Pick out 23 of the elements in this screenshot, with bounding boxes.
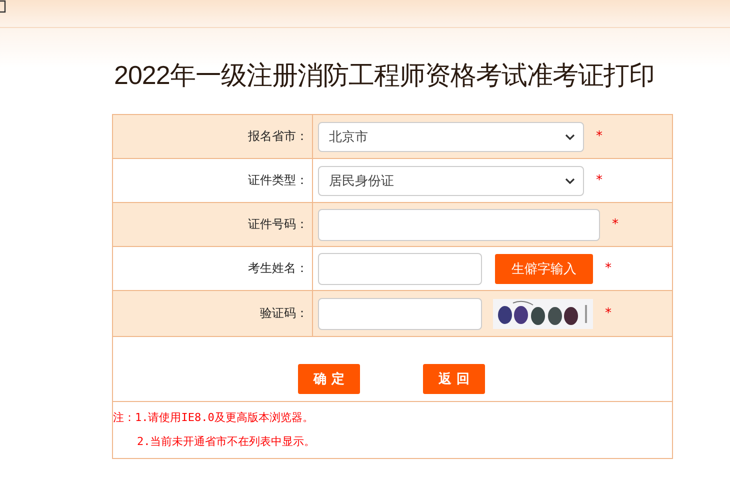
chevron-down-icon (565, 134, 575, 140)
field-label: 考生姓名： (248, 260, 308, 277)
required-asterisk: * (605, 306, 612, 321)
rare-character-button[interactable]: 生僻字输入 (495, 254, 593, 284)
page-icon (0, 0, 6, 14)
chevron-down-icon (565, 178, 575, 184)
note-text: 2.当前未开通省市不在列表中显示。 (136, 434, 316, 450)
required-asterisk: * (596, 173, 602, 188)
field-label: 证件号码： (248, 216, 308, 233)
confirm-button[interactable]: 确 定 (298, 364, 360, 394)
dropdown[interactable]: 居民身份证 (318, 166, 584, 196)
field-label: 证件类型： (248, 172, 308, 189)
input-field[interactable] (318, 298, 482, 330)
back-button[interactable]: 返 回 (423, 364, 485, 394)
note-text: 注：1.请使用IE8.0及更高版本浏览器。 (113, 410, 314, 426)
required-asterisk: * (605, 261, 612, 276)
field-label: 报名省市： (248, 128, 308, 145)
input-field[interactable] (318, 252, 482, 284)
required-asterisk: * (612, 217, 618, 232)
field-label: 验证码： (260, 305, 308, 322)
input-field[interactable] (318, 208, 600, 240)
required-asterisk: * (596, 129, 602, 144)
dropdown[interactable]: 北京市 (318, 122, 584, 152)
